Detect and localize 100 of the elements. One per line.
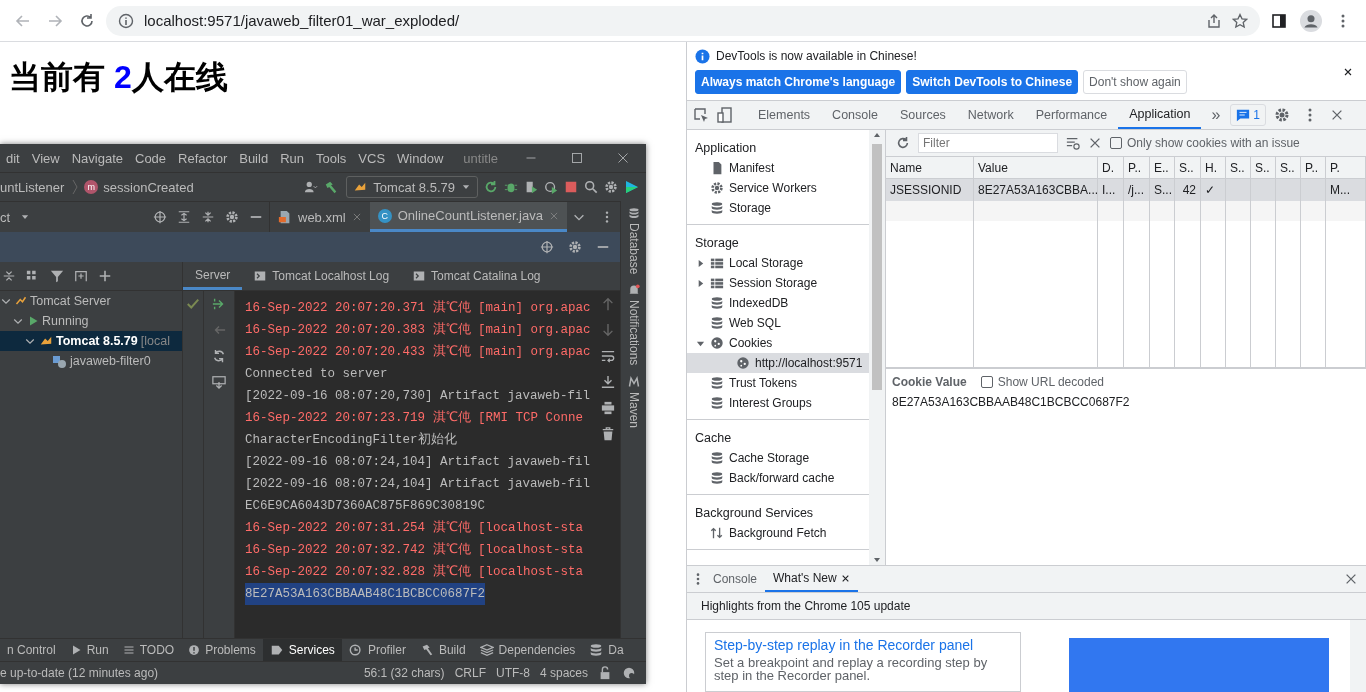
status-item[interactable]: CRLF [454,666,486,680]
tool-window-tab[interactable]: n Control [0,639,63,661]
settings-icon[interactable] [225,210,239,224]
column-header[interactable]: P. [1326,157,1366,179]
table-cell[interactable]: 42 [1175,179,1201,201]
table-cell[interactable]: I... [1098,179,1124,201]
status-item[interactable]: 4 spaces [539,666,588,680]
log-tab[interactable]: Server [183,262,243,290]
banner-button[interactable]: Don't show again [1083,69,1187,94]
sidebar-item[interactable]: Service Workers [687,178,869,198]
table-cell[interactable]: M... [1326,179,1366,201]
collapse-icon[interactable] [2,269,16,283]
menu-item[interactable]: Window [391,150,450,166]
scrollbar-thumb[interactable] [872,144,882,390]
search-icon[interactable] [584,180,598,194]
log-tab[interactable]: Tomcat Catalina Log [401,262,553,290]
table-cell[interactable]: 8E27A53A163CBBA... [974,179,1098,201]
refresh-icon[interactable] [212,349,226,363]
column-header[interactable]: S.. [1175,157,1201,179]
collapse-all-icon[interactable] [201,210,215,224]
sidebar-item[interactable]: Session Storage [687,273,869,293]
reload-icon[interactable] [79,12,95,29]
sidebar-item[interactable]: IndexedDB [687,293,869,313]
soft-wrap-icon[interactable] [600,349,615,363]
issue-filter-checkbox[interactable]: Only show cookies with an issue [1110,136,1300,150]
sidebar-item[interactable]: Local Storage [687,253,869,273]
table-cell[interactable]: /j... [1124,179,1150,201]
side-tool-tab[interactable]: Notifications [626,284,641,366]
tab-close-icon[interactable] [840,573,850,583]
feature-card[interactable]: Step-by-step replay in the Recorder panel Set a breakpoint and replay a recording step by step in the Recorder panel. [705,632,1021,692]
table-cell[interactable]: JSESSIONID [886,179,974,201]
locate-icon[interactable] [540,240,554,254]
breadcrumb[interactable]: m sessionCreated [84,179,194,195]
breadcrumb[interactable]: untListener [0,179,65,195]
star-icon[interactable] [1232,12,1248,29]
menu-item[interactable]: Refactor [172,150,234,166]
coverage-icon[interactable] [524,180,538,194]
menu-item[interactable]: Code [129,150,173,166]
tool-window-tab[interactable]: Problems [181,639,263,661]
menu-item[interactable]: Tools [310,150,353,166]
stop-icon[interactable] [564,180,578,194]
menu-item[interactable]: Run [274,150,310,166]
log-tab[interactable]: Tomcat Localhost Log [242,262,402,290]
refresh-icon[interactable] [896,136,910,150]
table-cell[interactable]: S... [1150,179,1175,201]
tree-item[interactable]: Tomcat Server [0,291,182,311]
tool-window-tab[interactable]: Dependencies [472,639,583,661]
column-header[interactable]: E.. [1150,157,1175,179]
column-header[interactable]: H. [1201,157,1226,179]
issues-counter[interactable]: 1 [1230,104,1266,126]
side-tool-tab[interactable]: Database [626,207,641,275]
url-decode-checkbox[interactable]: Show URL decoded [980,375,1104,389]
tool-window-tab[interactable]: Services [262,639,342,661]
column-header[interactable]: S.. [1226,157,1251,179]
tool-window-tab[interactable]: Build [412,639,473,661]
expand-all-icon[interactable] [177,210,191,224]
devtools-tab[interactable]: Console [821,101,889,129]
column-header[interactable]: S.. [1276,157,1301,179]
settings-icon[interactable] [604,180,618,194]
settings-icon[interactable] [1274,107,1290,123]
deploy-icon[interactable] [212,297,226,311]
tool-window-tab[interactable]: Run [62,639,116,661]
clear-filtered-icon[interactable] [1066,136,1080,150]
side-panel-icon[interactable] [1271,12,1287,29]
sidebar-item[interactable]: Interest Groups [687,393,869,413]
device-toolbar-icon[interactable] [717,107,733,123]
clear-all-icon[interactable] [1088,136,1102,150]
scrollbar[interactable] [1350,620,1366,692]
devtools-tab[interactable]: Performance [1024,101,1119,129]
editor-tab[interactable]: C OnlineCountListener.java [369,202,567,232]
sidebar-item[interactable]: Manifest [687,158,869,178]
sidebar-item[interactable]: Cache Storage [687,448,869,468]
column-header[interactable]: P.. [1301,157,1326,179]
menu-item[interactable]: Navigate [65,150,129,166]
settings-icon[interactable] [568,240,582,254]
tool-window-tab[interactable]: Profiler [341,639,413,661]
address-bar[interactable]: localhost:9571/javaweb_filter01_war_exploded/ [106,5,1260,36]
tree-item[interactable]: Running [0,311,182,331]
profile-avatar-icon[interactable] [1300,9,1322,32]
lock-icon[interactable] [598,666,612,680]
banner-button[interactable]: Always match Chrome's language [695,69,902,94]
project-label[interactable]: ct [0,209,11,225]
locate-icon[interactable] [153,210,167,224]
column-header[interactable]: S.. [1251,157,1276,179]
print-icon[interactable] [600,401,615,415]
hammer-icon[interactable] [324,180,339,194]
add-icon[interactable] [98,269,112,283]
profile-run-icon[interactable] [544,180,558,194]
status-item[interactable]: 56:1 (32 chars) [363,666,445,680]
status-item[interactable]: UTF-8 [495,666,530,680]
column-header[interactable]: Name [886,157,974,179]
tree-item[interactable]: javaweb-filter0 [0,351,182,371]
tree-item[interactable]: Tomcat 8.5.79 [local [0,331,182,351]
share-icon[interactable] [1206,12,1222,29]
inspect-element-icon[interactable] [693,107,709,123]
tool-window-tab[interactable]: TODO [115,639,182,661]
table-cell[interactable]: ✓ [1201,179,1226,201]
more-tabs-button[interactable]: » [1201,106,1231,124]
drawer-tab[interactable]: Console [705,566,766,592]
feature-title[interactable]: Step-by-step replay in the Recorder panel [714,637,1012,653]
